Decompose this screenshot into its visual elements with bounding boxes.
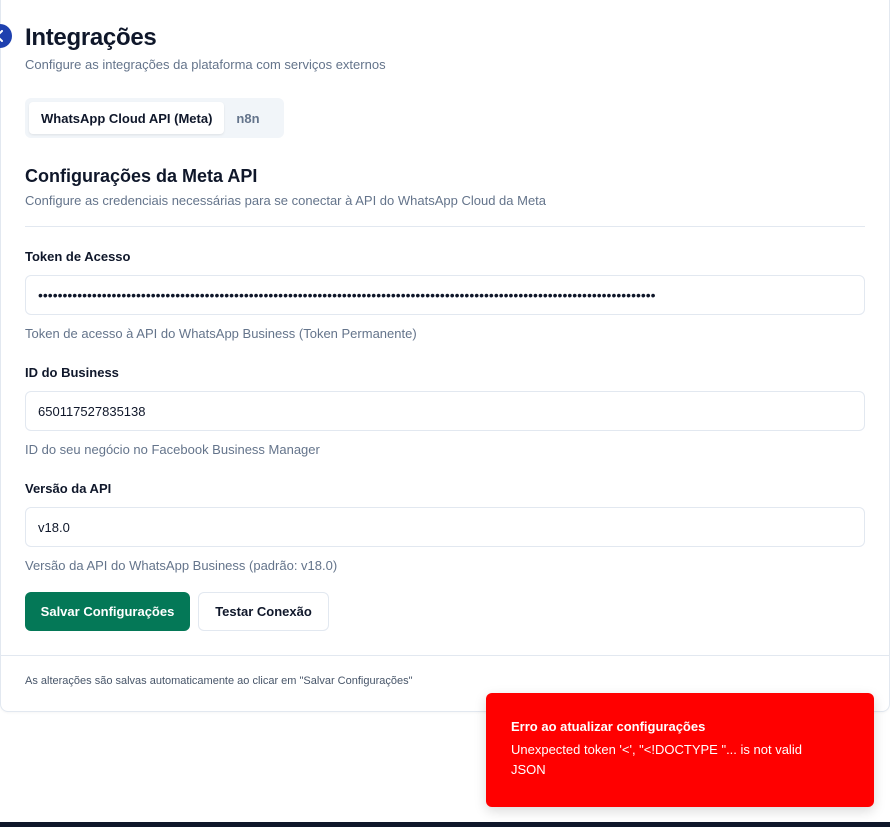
tab-whatsapp-cloud-api[interactable]: WhatsApp Cloud API (Meta) — [29, 102, 225, 134]
token-help: Token de acesso à API do WhatsApp Busine… — [25, 326, 417, 341]
footer-divider — [0, 655, 890, 656]
bottom-bar — [0, 822, 890, 827]
toast-message: Unexpected token '<', "<!DOCTYPE "... is… — [511, 742, 802, 777]
token-input[interactable]: ••••••••••••••••••••••••••••••••••••••••… — [25, 275, 865, 315]
tab-n8n[interactable]: n8n — [224, 102, 271, 134]
toast-title: Erro ao atualizar configurações — [511, 719, 706, 734]
page-title: Integrações — [25, 24, 157, 51]
error-toast[interactable]: Erro ao atualizar configurações Unexpect… — [486, 693, 874, 807]
business-id-help: ID do seu negócio no Facebook Business M… — [25, 442, 320, 457]
page-subtitle: Configure as integrações da plataforma c… — [25, 57, 386, 72]
chevron-left-icon — [0, 30, 3, 42]
test-connection-button[interactable]: Testar Conexão — [198, 592, 329, 631]
api-version-help: Versão da API do WhatsApp Business (padr… — [25, 558, 338, 573]
section-description: Configure as credenciais necessárias par… — [25, 193, 547, 208]
api-version-label: Versão da API — [25, 481, 112, 496]
api-version-input[interactable]: v18.0 — [25, 507, 865, 547]
business-id-input[interactable]: 650117527835138 — [25, 391, 865, 431]
integration-tabs: WhatsApp Cloud API (Meta) n8n — [25, 98, 284, 138]
save-settings-button[interactable]: Salvar Configurações — [25, 592, 190, 631]
section-divider — [25, 226, 865, 227]
token-label: Token de Acesso — [25, 249, 131, 264]
business-id-label: ID do Business — [25, 365, 119, 380]
section-title: Configurações da Meta API — [25, 166, 258, 186]
footer-note: As alterações são salvas automaticamente… — [25, 675, 413, 687]
